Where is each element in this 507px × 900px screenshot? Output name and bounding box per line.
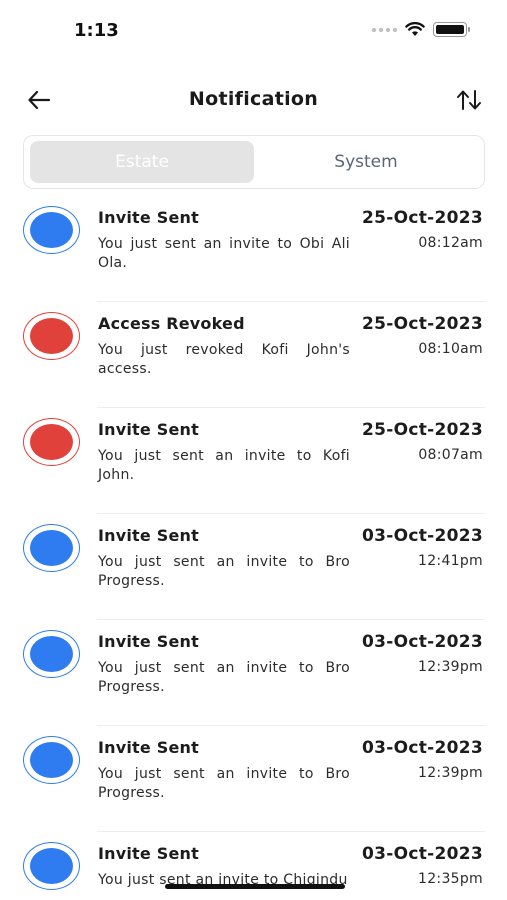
header: Notification: [0, 80, 507, 120]
list-item[interactable]: Invite Sent You just sent an invite to O…: [0, 196, 507, 302]
status-dot-icon: [23, 206, 80, 254]
notification-list: Invite Sent You just sent an invite to O…: [0, 196, 507, 900]
wifi-icon: [405, 22, 425, 36]
notification-time: 08:12am: [418, 235, 483, 251]
status-dot-icon: [23, 630, 80, 678]
notification-date: 25-Oct-2023: [361, 208, 483, 228]
notification-time: 08:07am: [418, 447, 483, 463]
notification-title: Access Revoked: [98, 314, 245, 333]
notification-date: 03-Oct-2023: [361, 526, 483, 546]
status-bar: 1:13: [0, 0, 507, 60]
notification-description: You just sent an invite to Obi Ali Ola.: [98, 236, 350, 271]
notification-date: 03-Oct-2023: [361, 632, 483, 652]
notification-description: You just sent an invite to Bro Progress.: [98, 766, 350, 801]
notification-date: 25-Oct-2023: [361, 314, 483, 334]
notification-description: You just sent an invite to Bro Progress.: [98, 554, 350, 589]
tab-system[interactable]: System: [254, 141, 478, 183]
status-time: 1:13: [74, 20, 119, 41]
notification-date: 03-Oct-2023: [361, 738, 483, 758]
home-indicator: [165, 884, 345, 889]
tab-bar: Estate System: [23, 135, 485, 189]
status-dot-icon: [23, 524, 80, 572]
status-dot-icon: [23, 842, 80, 890]
list-item[interactable]: Invite Sent You just sent an invite to B…: [0, 514, 507, 620]
sort-button[interactable]: [453, 86, 485, 114]
notification-date: 03-Oct-2023: [361, 844, 483, 864]
tab-estate[interactable]: Estate: [30, 141, 254, 183]
notification-time: 08:10am: [418, 341, 483, 357]
notification-time: 12:39pm: [418, 765, 483, 781]
status-dot-icon: [23, 736, 80, 784]
notification-time: 12:41pm: [418, 553, 483, 569]
list-item[interactable]: Invite Sent You just sent an invite to B…: [0, 620, 507, 726]
notification-description: You just revoked Kofi John's access.: [98, 342, 350, 377]
notification-time: 12:39pm: [418, 659, 483, 675]
notification-title: Invite Sent: [98, 420, 199, 439]
sort-arrows-icon: [457, 90, 481, 110]
notification-date: 25-Oct-2023: [361, 420, 483, 440]
status-icons: [372, 22, 470, 37]
status-dot-icon: [23, 418, 80, 466]
battery-icon: [433, 22, 470, 37]
notification-title: Invite Sent: [98, 844, 199, 863]
notification-title: Invite Sent: [98, 526, 199, 545]
list-item[interactable]: Invite Sent You just sent an invite to B…: [0, 726, 507, 832]
list-item[interactable]: Access Revoked You just revoked Kofi Joh…: [0, 302, 507, 408]
notification-title: Invite Sent: [98, 632, 199, 651]
signal-dots-icon: [372, 27, 397, 32]
notification-description: You just sent an invite to Bro Progress.: [98, 660, 350, 695]
notification-title: Invite Sent: [98, 738, 199, 757]
notification-time: 12:35pm: [418, 871, 483, 887]
notification-title: Invite Sent: [98, 208, 199, 227]
page-title: Notification: [188, 88, 319, 110]
list-item[interactable]: Invite Sent You just sent an invite to C…: [0, 832, 507, 900]
list-item[interactable]: Invite Sent You just sent an invite to K…: [0, 408, 507, 514]
notification-description: You just sent an invite to Kofi John.: [98, 448, 350, 483]
status-dot-icon: [23, 312, 80, 360]
